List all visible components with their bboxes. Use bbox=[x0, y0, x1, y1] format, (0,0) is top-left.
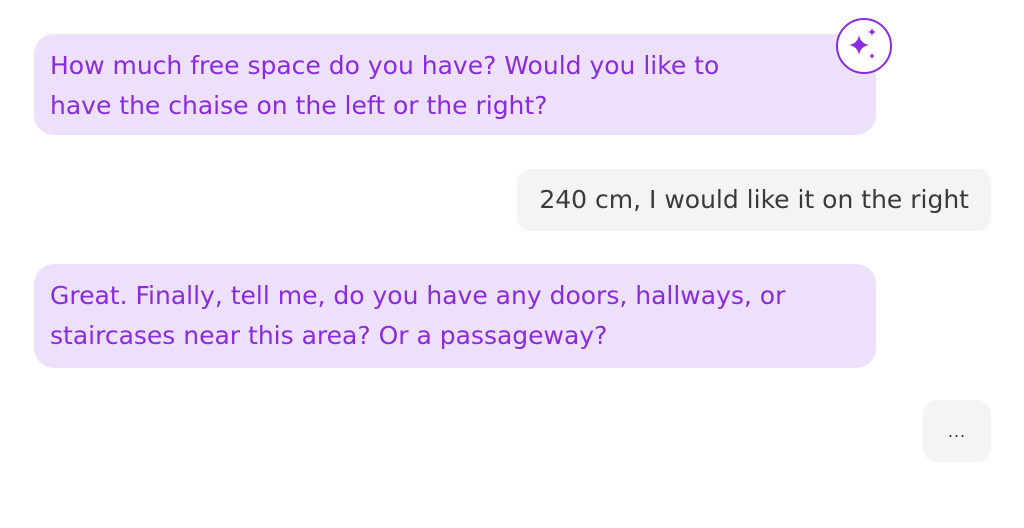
message-line: How much free space do you have? Would y… bbox=[50, 51, 720, 80]
message-line: have the chaise on the left or the right… bbox=[50, 91, 548, 120]
message-line: Great. Finally, tell me, do you have any… bbox=[50, 281, 786, 310]
user-message: 240 cm, I would like it on the right bbox=[517, 169, 991, 231]
assistant-message: Great. Finally, tell me, do you have any… bbox=[34, 264, 876, 368]
sparkles-icon bbox=[835, 17, 893, 75]
assistant-message: How much free space do you have? Would y… bbox=[34, 34, 876, 135]
message-line: staircases near this area? Or a passagew… bbox=[50, 321, 608, 350]
typing-indicator: ... bbox=[923, 400, 991, 462]
chat-thread: How much free space do you have? Would y… bbox=[0, 0, 1024, 528]
